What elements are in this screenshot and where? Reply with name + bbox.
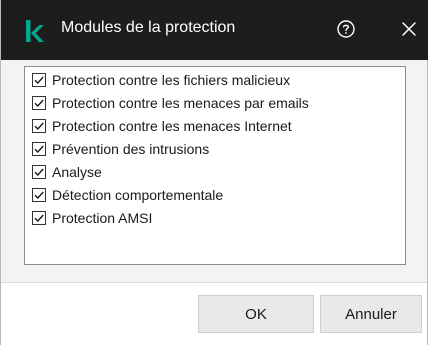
cancel-button[interactable]: Annuler [320,295,422,333]
module-item-label: Protection AMSI [52,210,153,226]
module-item-label: Analyse [52,164,102,180]
module-item-mail-threat-protection[interactable]: Protection contre les menaces par emails [32,93,309,113]
module-item-label: Protection contre les menaces par emails [52,95,309,111]
kaspersky-logo-icon [26,20,44,42]
close-icon[interactable] [399,19,419,39]
module-item-scan[interactable]: Analyse [32,162,102,182]
module-item-behavior-detection[interactable]: Détection comportementale [32,185,223,205]
checkbox-checked-icon[interactable] [32,119,46,133]
checkbox-checked-icon[interactable] [32,165,46,179]
module-item-amsi-protection[interactable]: Protection AMSI [32,208,152,228]
checkbox-checked-icon[interactable] [32,73,46,87]
module-item-intrusion-prevention[interactable]: Prévention des intrusions [32,139,209,159]
dialog-title: Modules de la protection [61,19,236,36]
checkbox-checked-icon[interactable] [32,142,46,156]
module-item-label: Protection contre les menaces Internet [52,118,292,134]
checkbox-checked-icon[interactable] [32,211,46,225]
ok-button[interactable]: OK [198,295,314,333]
checkbox-checked-icon[interactable] [32,96,46,110]
title-bar: Modules de la protection [1,0,428,60]
module-item-label: Détection comportementale [52,187,224,203]
module-item-label: Prévention des intrusions [52,141,210,157]
module-item-label: Protection contre les fichiers malicieux [52,72,291,88]
module-item-web-threat-protection[interactable]: Protection contre les menaces Internet [32,116,292,136]
modules-dialog: Modules de la protection Protection cont… [0,0,428,345]
modules-list[interactable]: Protection contre les fichiers malicieux… [24,66,406,265]
help-icon[interactable] [336,19,356,39]
module-item-file-threat-protection[interactable]: Protection contre les fichiers malicieux [32,70,290,90]
checkbox-checked-icon[interactable] [32,188,46,202]
dialog-footer: OK Annuler [1,282,427,345]
